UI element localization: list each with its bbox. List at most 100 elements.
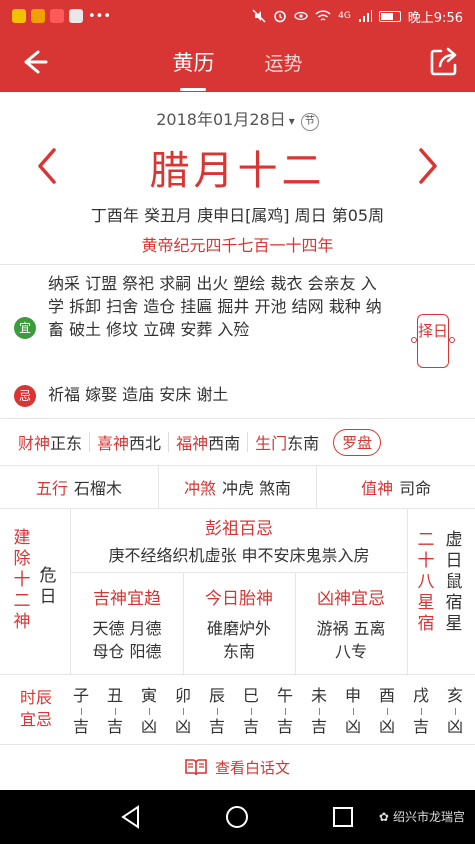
wuxing-label: 五行	[35, 479, 68, 498]
signal-icon	[358, 10, 372, 22]
hour-branch: 酉	[378, 686, 395, 705]
hour-wu: 午吉	[268, 684, 302, 739]
hour-si: 巳吉	[234, 684, 268, 739]
jishen-line: 天德 月德	[92, 619, 162, 638]
chongsha-label: 冲煞	[183, 479, 216, 498]
zeri-button[interactable]: 择日	[411, 314, 455, 368]
deity-directions-row: 财神 正东 喜神 西北 福神 西南 生门 东南 罗盘	[0, 423, 475, 461]
hour-luck: 凶	[140, 717, 157, 736]
view-plain-text-label: 查看白话文	[214, 758, 290, 777]
hour-luck: 凶	[344, 717, 361, 736]
almanac-content: 2018年01月28日 ▾ 节 腊月十二 丁酉年 癸丑月 庚申日[属鸡] 周日 第0…	[0, 92, 475, 792]
deity-direction: 正东	[50, 434, 83, 453]
jianchu-label: 建除十二神	[13, 528, 31, 632]
almanac-grid: 建除十二神 危日 彭祖百忌 庚不经络织机虚张 申不安床鬼祟入房 吉神宜趋 天德 …	[0, 508, 475, 674]
nav-back-icon[interactable]	[118, 804, 144, 830]
jianchu-cell: 建除十二神 危日	[0, 508, 70, 674]
jishen-cell: 吉神宜趋 天德 月德 母仓 阳德	[71, 572, 183, 674]
hour-hai: 亥凶	[438, 684, 472, 739]
deity-direction: 西北	[129, 434, 162, 453]
deity-label: 喜神	[97, 434, 130, 453]
hour-branch: 午	[276, 686, 293, 705]
wechat-icon: ✿	[378, 809, 389, 824]
date-selector[interactable]: 2018年01月28日 ▾ 节	[0, 106, 475, 131]
hours-row: 时辰宜忌 子吉 丑吉 寅凶 卯凶 辰吉 巳吉 午吉 未吉 申凶 酉凶 戌吉 亥凶	[0, 674, 475, 744]
xiongshen-line: 游祸 五离	[316, 619, 386, 638]
taishen-title: 今日胎神	[205, 589, 273, 609]
hour-wei: 未吉	[302, 684, 336, 739]
more-notifications-icon: •••	[88, 8, 112, 24]
hour-branch: 寅	[140, 686, 157, 705]
ji-activities: 祈福 嫁娶 造庙 安床 谢土	[48, 385, 229, 404]
hour-luck: 凶	[378, 717, 395, 736]
header-tabs: 黄历 运势	[0, 32, 475, 92]
pengzu-text: 庚不经络织机虚张 申不安床鬼祟入房	[108, 546, 370, 565]
tab-yunshi[interactable]: 运势	[260, 43, 306, 82]
hour-luck: 吉	[106, 717, 123, 736]
luopan-button[interactable]: 罗盘	[333, 428, 382, 456]
hour-zi: 子吉	[64, 684, 98, 739]
notification-app-icon	[69, 9, 83, 23]
hour-luck: 凶	[174, 717, 191, 736]
hour-shen: 申凶	[336, 684, 370, 739]
xiu-cell: 二十八星宿 虚日鼠宿星	[406, 508, 475, 674]
deity-label: 财神	[18, 434, 51, 453]
zhishen-value: 司命	[399, 479, 432, 498]
deity-direction: 东南	[287, 434, 320, 453]
ji-badge: 忌	[14, 385, 36, 407]
wifi-icon	[315, 10, 331, 21]
deity-direction: 西南	[208, 434, 241, 453]
hour-luck: 吉	[310, 717, 327, 736]
chevron-down-icon: ▾	[288, 114, 295, 128]
hour-chen: 辰吉	[200, 684, 234, 739]
hour-luck: 凶	[446, 717, 463, 736]
hour-mao: 卯凶	[166, 684, 200, 739]
yi-ji-section: 宜 纳采 订盟 祭祀 求嗣 出火 塑绘 裁衣 会亲友 入学 拆卸 扫舍 造仓 挂…	[0, 264, 475, 416]
hour-branch: 卯	[174, 686, 191, 705]
notification-app-icon	[12, 9, 26, 23]
hours-label: 时辰宜忌	[19, 688, 52, 729]
hour-you: 酉凶	[370, 684, 404, 739]
divider	[0, 744, 475, 745]
view-plain-text-link[interactable]: 查看白话文	[0, 752, 475, 782]
lunar-date: 腊月十二	[149, 148, 326, 194]
era-line: 黄帝纪元四千七百一十四年	[141, 236, 334, 255]
tab-huangli[interactable]: 黄历	[168, 41, 218, 91]
battery-icon	[378, 10, 401, 22]
xiu-label: 二十八星宿	[417, 530, 435, 634]
xiongshen-title: 凶神宜忌	[317, 589, 385, 609]
hour-xu: 戌吉	[404, 684, 438, 739]
taishen-line: 东南	[222, 642, 255, 661]
hour-branch: 戌	[412, 686, 429, 705]
network-type: 4G	[338, 11, 351, 21]
taishen-line: 碓磨炉外	[206, 619, 271, 638]
book-icon	[185, 759, 207, 776]
divider	[247, 432, 249, 452]
hour-branch: 未	[310, 686, 327, 705]
pengzu-title: 彭祖百忌	[205, 519, 273, 539]
app-header: 黄历 运势	[0, 32, 475, 92]
hour-branch: 丑	[106, 686, 123, 705]
share-icon[interactable]	[427, 45, 461, 79]
yi-activities: 纳采 订盟 祭祀 求嗣 出火 塑绘 裁衣 会亲友 入学 拆卸 扫舍 造仓 挂匾 …	[48, 274, 382, 339]
festival-icon[interactable]: 节	[300, 113, 319, 131]
hour-chou: 丑吉	[98, 684, 132, 739]
eye-icon	[294, 11, 308, 21]
ganzhi-line: 丁酉年 癸丑月 庚申日[属鸡] 周日 第05周	[90, 206, 385, 225]
deity-label: 生门	[255, 434, 288, 453]
chongsha-value: 冲虎 煞南	[221, 479, 292, 498]
taishen-cell: 今日胎神 碓磨炉外东南	[183, 572, 295, 674]
system-nav-bar: ✿ 绍兴市龙瑞宫	[0, 790, 475, 844]
zhishen-label: 值神	[361, 479, 394, 498]
jishen-title: 吉神宜趋	[93, 589, 161, 609]
jianchu-value: 危日	[39, 566, 57, 607]
hour-yin: 寅凶	[132, 684, 166, 739]
solar-date: 2018年01月28日	[156, 110, 286, 129]
nav-recents-icon[interactable]	[330, 804, 356, 830]
hour-branch: 亥	[446, 686, 463, 705]
next-day-arrow-icon[interactable]	[413, 146, 441, 186]
hour-luck: 吉	[208, 717, 225, 736]
notification-app-icon	[50, 9, 64, 23]
nav-home-icon[interactable]	[224, 804, 250, 830]
divider	[168, 432, 170, 452]
